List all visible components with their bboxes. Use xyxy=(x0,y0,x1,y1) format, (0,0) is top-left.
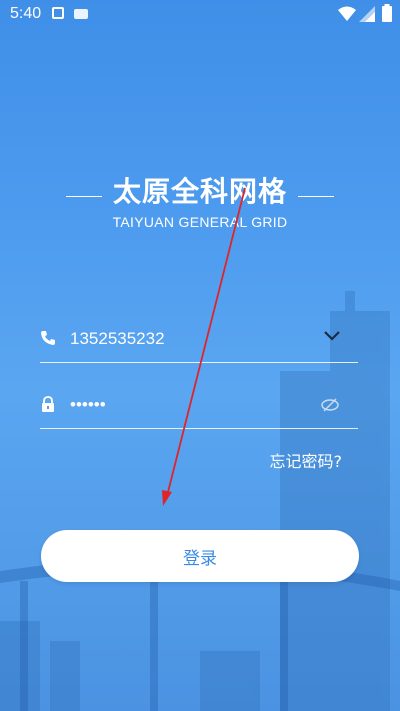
signal-icon xyxy=(359,6,375,22)
forgot-password-link[interactable]: 忘记密码? xyxy=(270,448,343,472)
phone-icon xyxy=(41,331,55,345)
chevron-down-icon[interactable] xyxy=(324,330,340,342)
eye-hidden-icon[interactable] xyxy=(320,398,340,412)
status-bar: 5:40 xyxy=(0,0,400,28)
status-time: 5:40 xyxy=(10,5,42,22)
app-title-row: 太原全科网格 xyxy=(0,170,400,210)
phone-field xyxy=(40,318,358,363)
app-title: 太原全科网格 xyxy=(112,175,287,208)
wifi-icon xyxy=(338,6,356,21)
title-divider-right xyxy=(298,196,335,197)
keyboard-notification-icon xyxy=(74,9,88,19)
password-field xyxy=(40,384,358,429)
image-notification-icon xyxy=(52,7,64,19)
lock-icon xyxy=(42,396,54,412)
phone-input[interactable] xyxy=(68,326,322,352)
login-button[interactable]: 登录 xyxy=(41,530,359,582)
battery-icon xyxy=(382,4,392,22)
app-subtitle: TAIYUAN GENERAL GRID xyxy=(112,214,288,230)
password-input[interactable] xyxy=(68,392,322,418)
title-divider-left xyxy=(65,196,102,197)
